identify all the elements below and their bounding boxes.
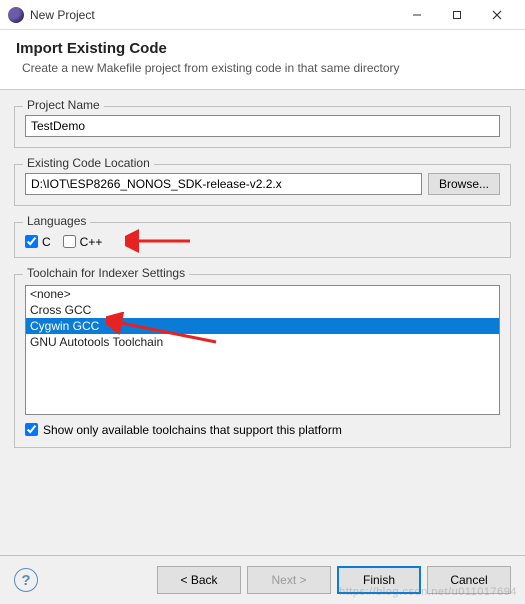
window-body: Import Existing Code Create a new Makefi… (0, 30, 525, 604)
watermark-text: https://blog.csdn.net/u011017694 (339, 586, 517, 598)
language-cpp-checkbox[interactable] (63, 235, 76, 248)
toolchain-label: Toolchain for Indexer Settings (23, 266, 189, 280)
next-button[interactable]: Next > (247, 566, 331, 594)
toolchain-item[interactable]: Cygwin GCC (26, 318, 499, 334)
project-name-group: Project Name (14, 106, 511, 148)
language-cpp-option[interactable]: C++ (63, 235, 103, 249)
code-location-input[interactable] (25, 173, 422, 195)
page-description: Create a new Makefile project from exist… (16, 61, 509, 77)
toolchain-group: Toolchain for Indexer Settings <none>Cro… (14, 274, 511, 448)
code-location-label: Existing Code Location (23, 156, 154, 170)
toolchain-item[interactable]: Cross GCC (26, 302, 499, 318)
show-only-row[interactable]: Show only available toolchains that supp… (25, 423, 500, 437)
toolchain-item[interactable]: <none> (26, 286, 499, 302)
window-title: New Project (30, 8, 397, 22)
code-location-group: Existing Code Location Browse... (14, 164, 511, 206)
show-only-checkbox[interactable] (25, 423, 38, 436)
show-only-label: Show only available toolchains that supp… (43, 423, 342, 437)
help-icon[interactable]: ? (14, 568, 38, 592)
toolchain-list[interactable]: <none>Cross GCCCygwin GCCGNU Autotools T… (25, 285, 500, 415)
window-controls (397, 1, 517, 29)
wizard-content: Project Name Existing Code Location Brow… (0, 90, 525, 555)
wizard-banner: Import Existing Code Create a new Makefi… (0, 30, 525, 90)
toolchain-item[interactable]: GNU Autotools Toolchain (26, 334, 499, 350)
minimize-button[interactable] (397, 1, 437, 29)
languages-group: Languages C C++ (14, 222, 511, 258)
eclipse-icon (8, 7, 24, 23)
project-name-input[interactable] (25, 115, 500, 137)
close-button[interactable] (477, 1, 517, 29)
back-button[interactable]: < Back (157, 566, 241, 594)
language-c-checkbox[interactable] (25, 235, 38, 248)
language-c-label: C (42, 235, 51, 249)
maximize-button[interactable] (437, 1, 477, 29)
page-title: Import Existing Code (16, 40, 509, 57)
project-name-label: Project Name (23, 98, 104, 112)
titlebar: New Project (0, 0, 525, 30)
browse-button[interactable]: Browse... (428, 173, 500, 195)
annotation-arrow-icon (125, 229, 195, 253)
language-c-option[interactable]: C (25, 235, 51, 249)
language-cpp-label: C++ (80, 235, 103, 249)
languages-label: Languages (23, 214, 90, 228)
